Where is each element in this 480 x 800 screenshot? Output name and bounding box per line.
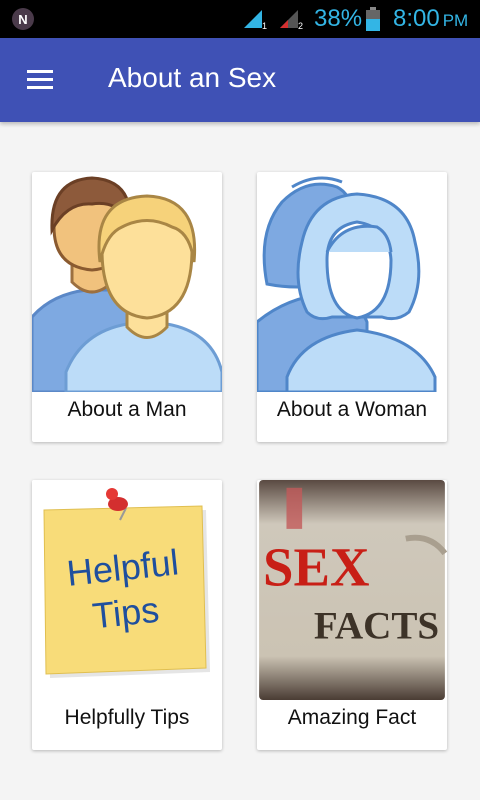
notification-letter: N [18, 11, 28, 27]
status-bar: N 1 2 38% 8:00 PM [0, 0, 480, 38]
card-about-a-man[interactable]: About a Man [32, 172, 222, 442]
battery-percentage: 38% [314, 5, 363, 32]
clock-ampm: PM [442, 11, 469, 30]
helpful-tips-note: Helpful Tips [32, 480, 222, 700]
sex-facts-image: SEX FACTS [259, 480, 447, 700]
svg-text:FACTS: FACTS [314, 604, 439, 647]
svg-text:Tips: Tips [90, 589, 161, 637]
app-title: About an Sex [108, 62, 277, 93]
menu-hamburger-icon[interactable] [22, 64, 58, 96]
svg-text:2: 2 [298, 21, 303, 30]
clock: 8:00 PM [393, 5, 468, 33]
card-about-a-woman[interactable]: About a Woman [257, 172, 447, 442]
signal-sim2-icon: 2 [280, 10, 303, 30]
card-label: About a Man [67, 398, 187, 421]
men-icon [32, 176, 222, 392]
battery-icon [366, 7, 380, 31]
card-label: About a Woman [276, 398, 428, 421]
card-label: Amazing Fact [287, 706, 417, 729]
signal-sim1-icon: 1 [244, 10, 267, 30]
svg-text:1: 1 [262, 21, 267, 30]
svg-text:SEX: SEX [263, 537, 370, 598]
card-label: Helpfully Tips [64, 706, 190, 729]
women-icon [257, 176, 437, 392]
card-helpfully-tips[interactable]: Helpful Tips Helpfully Tips [32, 480, 222, 750]
notification-app-icon: N [12, 8, 34, 30]
app-bar: About an Sex [0, 38, 480, 122]
card-amazing-fact[interactable]: SEX FACTS Amazing Fact [257, 480, 447, 750]
clock-time: 8:00 [393, 5, 440, 32]
